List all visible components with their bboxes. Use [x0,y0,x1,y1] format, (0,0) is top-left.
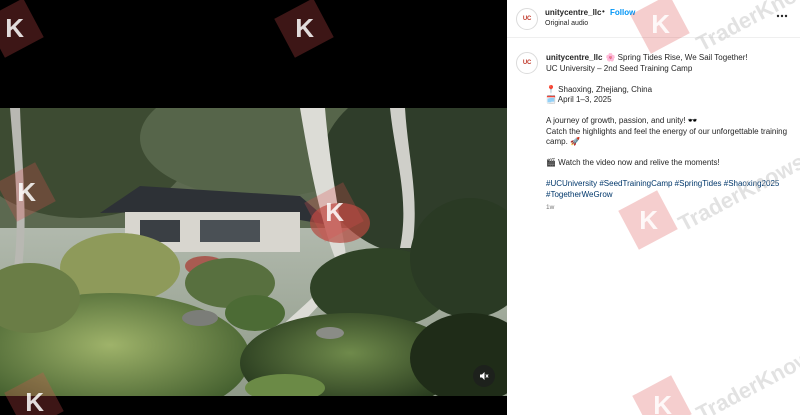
avatar-logo: UC [522,16,532,22]
caption-dates: 🗓️ April 1–3, 2025 [546,95,612,104]
more-options-icon[interactable] [776,14,788,18]
caption-location: 📍 Shaoxing, Zhejiang, China [546,84,653,94]
hashtag-link[interactable]: #SpringTides [675,179,722,188]
avatar[interactable]: UC [516,8,538,30]
post-time[interactable]: 1w [546,203,791,214]
post-header: UC unitycentre_llc • Follow Original aud… [507,0,800,38]
video-player[interactable] [0,0,507,415]
video-frame[interactable] [0,108,507,396]
follow-button[interactable]: Follow [610,8,635,17]
caption-subtitle: UC University – 2nd Seed Training Camp [546,63,693,73]
video-still-garden-pavilion [0,108,507,396]
caption-highlights: Catch the highlights and feel the energy… [546,126,788,147]
caption-username[interactable]: unitycentre_llc [546,53,602,62]
hashtag-list: #UCUniversity #SeedTrainingCamp #SpringT… [546,179,791,200]
separator-dot: • [602,7,605,16]
audio-link[interactable]: Original audio [545,20,588,27]
hashtag-link[interactable]: #Shaoxing2025 [724,179,780,188]
mute-button[interactable] [473,365,495,387]
avatar-logo: UC [522,60,532,66]
caption-title: 🌸 Spring Tides Rise, We Sail Together! [605,53,748,62]
caption-body: unitycentre_llc 🌸 Spring Tides Rise, We S… [546,53,791,214]
hashtag-link[interactable]: #TogetherWeGrow [546,190,613,199]
caption-cta: 🎬 Watch the video now and relive the mom… [546,158,720,167]
post-side-panel: UC unitycentre_llc • Follow Original aud… [507,0,800,415]
hashtag-link[interactable]: #SeedTrainingCamp [599,179,672,188]
username-link[interactable]: unitycentre_llc [545,8,601,17]
muted-speaker-icon [480,372,489,380]
hashtag-link[interactable]: #UCUniversity [546,179,597,188]
caption-journey: A journey of growth, passion, and unity!… [546,116,698,125]
caption-avatar[interactable]: UC [516,52,538,74]
